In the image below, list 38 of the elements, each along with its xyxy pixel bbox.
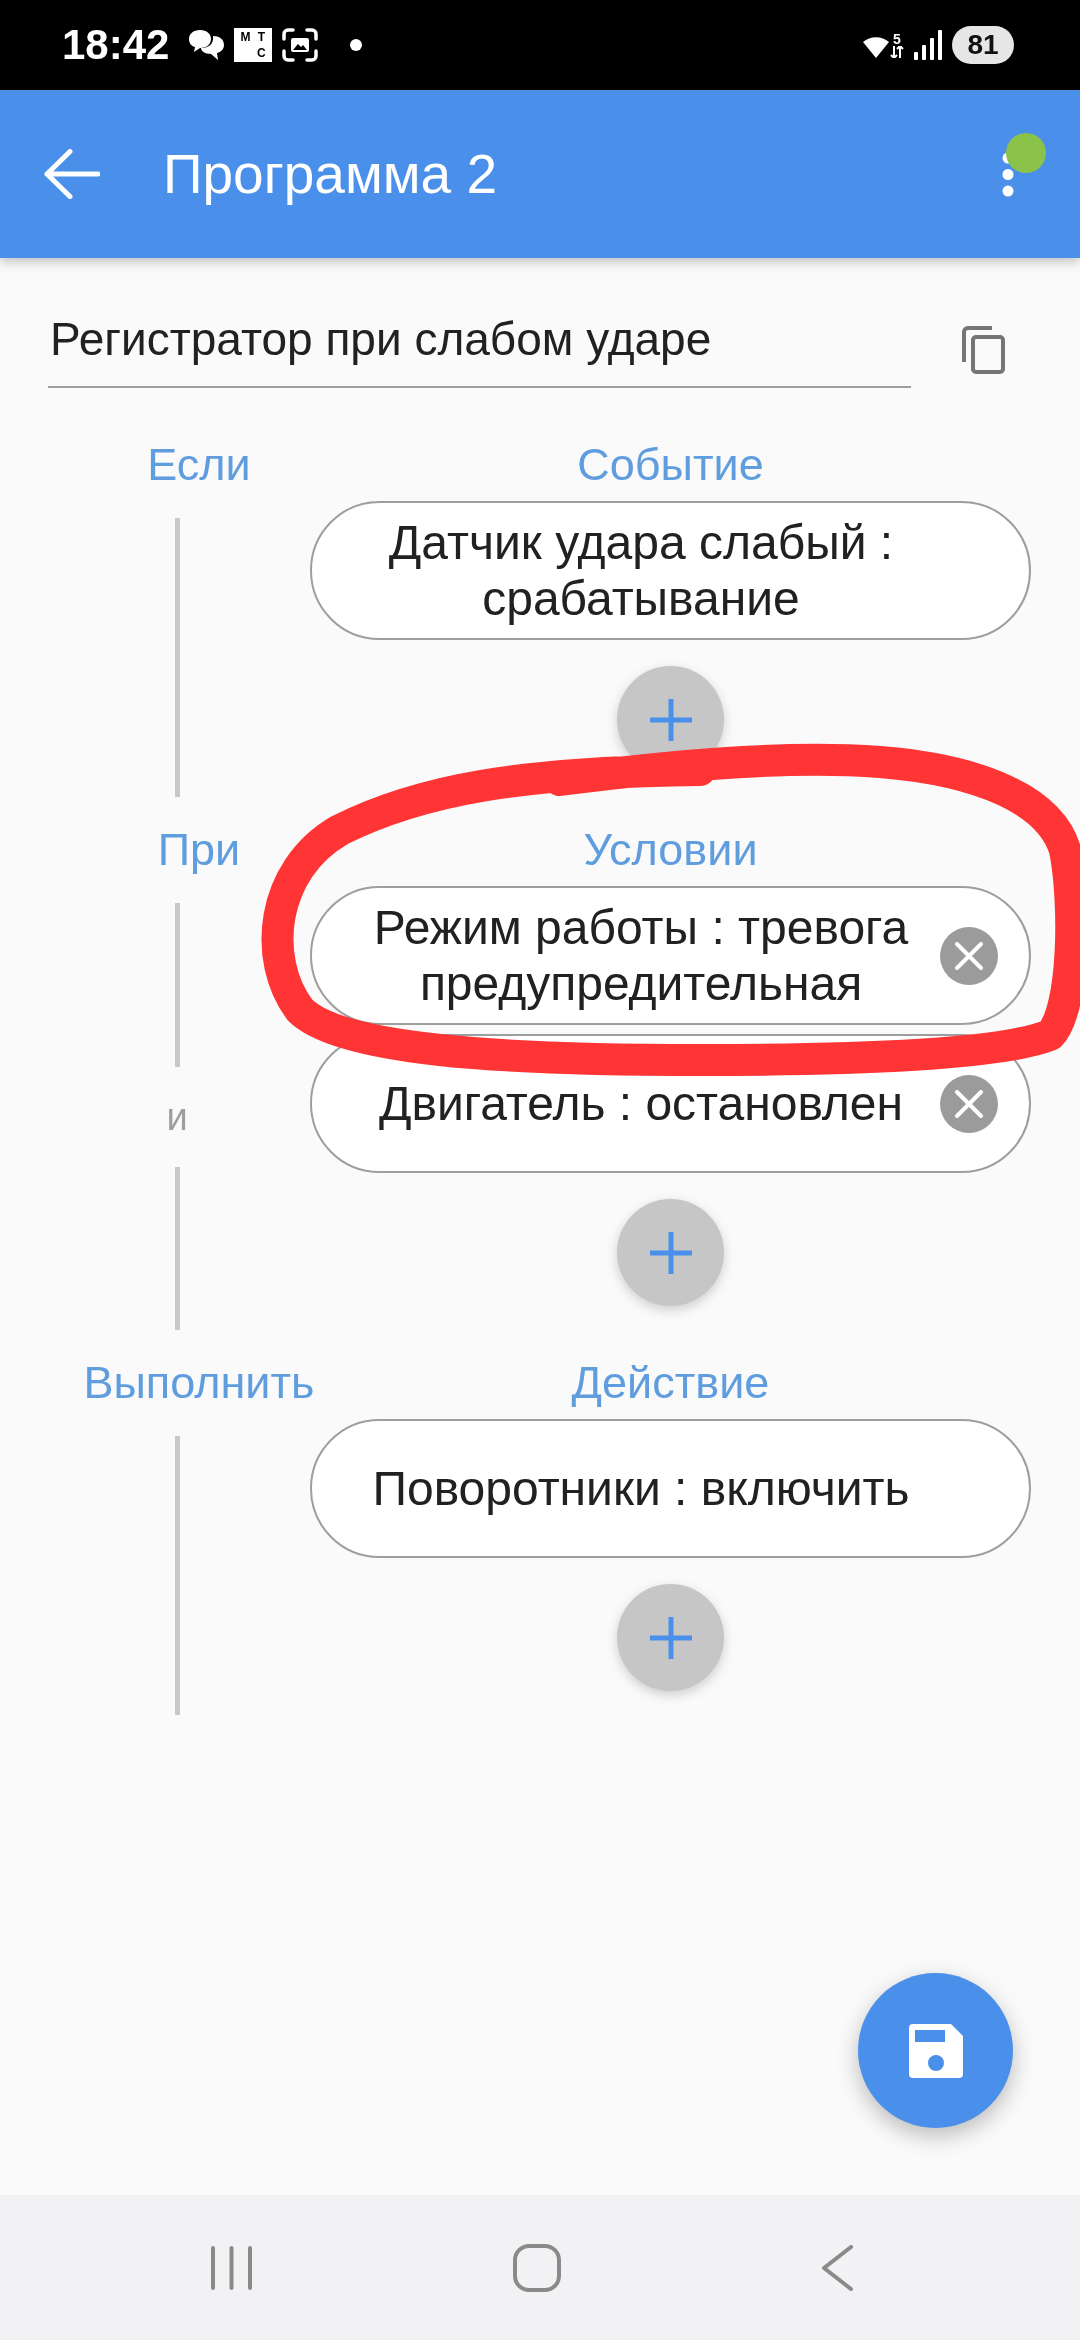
rule-text: Поворотники : включить <box>371 1460 911 1517</box>
rule-chip[interactable]: Датчик удара слабый : срабатывание <box>310 501 1031 640</box>
wifi-icon <box>863 34 889 58</box>
rule-chip[interactable]: Режим работы : тревога предупредительная <box>310 886 1031 1025</box>
conjunction-label: и <box>166 1094 188 1140</box>
rule-text: Режим работы : тревога предупредительная <box>372 899 910 1012</box>
column-heading: Условии <box>583 823 758 877</box>
status-time: 18:42 <box>62 21 170 69</box>
recent-apps-icon[interactable] <box>211 2245 252 2290</box>
notification-dot-icon <box>350 39 363 51</box>
copy-icon[interactable] <box>961 325 1005 374</box>
screen-title: Программа 2 <box>163 142 499 206</box>
home-icon[interactable] <box>513 2243 561 2292</box>
screenshot-icon <box>282 28 319 62</box>
plus-icon <box>649 698 692 741</box>
carrier-logo: М Т С <box>234 28 273 62</box>
chat-bubbles-icon <box>189 30 225 60</box>
rule-text: Двигатель : остановлен <box>377 1075 905 1132</box>
battery-indicator: 81 <box>952 26 1014 64</box>
plus-icon <box>649 1616 692 1659</box>
back-arrow-icon[interactable] <box>43 149 100 199</box>
column-heading: Событие <box>577 438 764 492</box>
wifi-band-label: 5 <box>893 32 901 46</box>
data-arrows-icon <box>890 46 904 58</box>
close-icon <box>955 1089 983 1118</box>
rule-text: Датчик удара слабый : срабатывание <box>387 514 895 627</box>
clause-label: Если <box>147 438 251 492</box>
signal-icon <box>914 30 942 60</box>
program-name-field[interactable]: Регистратор при слабом ударе <box>48 311 911 388</box>
plus-icon <box>649 1231 692 1274</box>
column-heading: Действие <box>571 1356 770 1410</box>
clause-label: Выполнить <box>83 1356 315 1410</box>
add-button[interactable] <box>617 1199 724 1306</box>
close-icon <box>955 941 983 970</box>
add-button[interactable] <box>617 1584 724 1691</box>
back-icon[interactable] <box>822 2244 853 2291</box>
clause-label: При <box>157 823 241 877</box>
rule-chip[interactable]: Поворотники : включить <box>310 1419 1031 1558</box>
